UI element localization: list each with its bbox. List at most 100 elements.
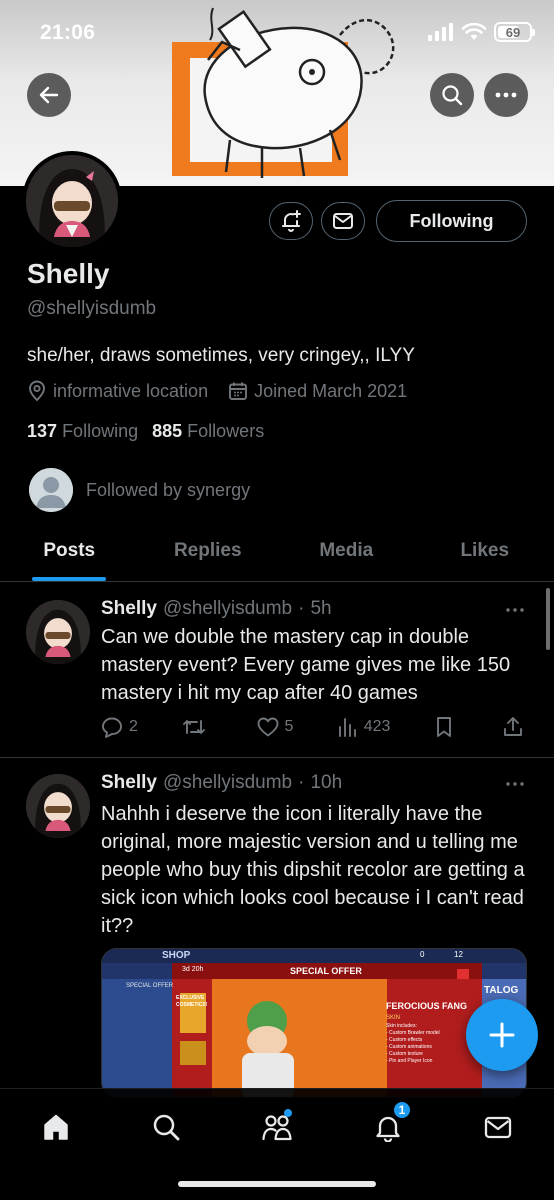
followers-count: 885 bbox=[152, 421, 183, 441]
more-options-button[interactable] bbox=[484, 73, 528, 117]
more-dots-icon bbox=[506, 782, 524, 786]
bell-plus-icon bbox=[282, 210, 301, 232]
followed-by-row[interactable]: Followed by synergy bbox=[29, 468, 250, 512]
share-icon bbox=[504, 717, 522, 736]
follow-counts: 137 Following 885 Followers bbox=[27, 421, 264, 442]
post-timestamp: 5h bbox=[310, 598, 332, 619]
media-include-item: - Custom effects bbox=[386, 1037, 423, 1043]
back-button[interactable] bbox=[27, 73, 71, 117]
post-avatar[interactable] bbox=[26, 600, 90, 664]
profile-joined: Joined March 2021 bbox=[228, 381, 407, 402]
tab-replies-label: Replies bbox=[173, 540, 242, 561]
search-icon bbox=[153, 1114, 180, 1141]
media-include-item: - Custom animations bbox=[386, 1044, 432, 1050]
bookmark-button[interactable] bbox=[435, 716, 459, 738]
following-count: 137 bbox=[27, 421, 58, 441]
communities-dot-badge bbox=[284, 1109, 292, 1117]
post-text: Nahhh i deserve the icon i literally hav… bbox=[101, 803, 525, 937]
media-includes-title: Skin includes: bbox=[386, 1023, 417, 1029]
home-indicator[interactable] bbox=[178, 1181, 376, 1187]
repost-button[interactable] bbox=[182, 716, 212, 738]
location-pin-icon bbox=[29, 380, 45, 402]
post-more-button[interactable] bbox=[503, 774, 527, 794]
profile-bio: she/her, draws sometimes, very cringey,,… bbox=[27, 345, 415, 366]
tab-replies[interactable]: Replies bbox=[139, 528, 278, 581]
battery-icon: 69 bbox=[494, 22, 535, 42]
post-item[interactable]: Shelly @shellyisdumb · 5h Can we double … bbox=[0, 582, 554, 757]
avatar-illustration bbox=[26, 155, 118, 247]
views-button[interactable]: 423 bbox=[338, 717, 390, 737]
location-text: informative location bbox=[53, 380, 209, 401]
post-avatar[interactable] bbox=[26, 774, 90, 838]
reply-button[interactable]: 2 bbox=[101, 716, 138, 738]
battery-percent: 69 bbox=[505, 24, 521, 40]
post-separator: · bbox=[298, 598, 305, 619]
following-button[interactable]: Following bbox=[376, 200, 527, 242]
nav-search[interactable] bbox=[146, 1107, 186, 1147]
followers-count-link[interactable]: 885 Followers bbox=[152, 421, 264, 442]
like-count: 5 bbox=[284, 718, 294, 735]
like-button[interactable]: 5 bbox=[257, 717, 294, 737]
tab-posts[interactable]: Posts bbox=[0, 528, 139, 581]
message-button[interactable] bbox=[321, 202, 365, 240]
joined-text: Joined March 2021 bbox=[254, 380, 408, 401]
share-button[interactable] bbox=[503, 716, 527, 738]
profile-meta: informative location Joined March 2021 bbox=[27, 380, 407, 402]
media-left-label: SPECIAL OFFER bbox=[126, 983, 174, 989]
media-includes-list: - Custom Brawler model - Custom effects … bbox=[386, 1030, 440, 1065]
repost-icon bbox=[183, 720, 206, 734]
media-include-item: - Pin and Player Icon bbox=[386, 1058, 433, 1064]
envelope-icon bbox=[333, 213, 353, 229]
media-exclusive: EXCLUSIVE COSMETICS! bbox=[176, 995, 208, 1008]
post-author-name[interactable]: Shelly bbox=[101, 772, 157, 794]
avatar-illustration bbox=[26, 774, 90, 838]
profile-handle: @shellyisdumb bbox=[27, 298, 157, 319]
profile-tabs: Posts Replies Media Likes bbox=[0, 528, 554, 582]
post-actions: 2 5 423 bbox=[101, 716, 527, 738]
search-icon bbox=[442, 85, 463, 106]
media-skin-type: SKIN bbox=[386, 1015, 401, 1021]
more-dots-icon bbox=[495, 92, 517, 98]
status-icons: 69 bbox=[428, 22, 535, 42]
bar-chart-icon bbox=[338, 718, 356, 737]
search-button[interactable] bbox=[430, 73, 474, 117]
post-author-handle: @shellyisdumb bbox=[162, 598, 293, 619]
post-author-name[interactable]: Shelly bbox=[101, 598, 157, 620]
post-header: Shelly @shellyisdumb · 10h bbox=[101, 772, 342, 794]
media-include-item: - Custom texture bbox=[386, 1051, 423, 1057]
envelope-icon bbox=[484, 1116, 512, 1139]
media-title: SPECIAL OFFER bbox=[290, 966, 362, 976]
nav-notifications[interactable]: 1 bbox=[368, 1100, 412, 1147]
notifications-badge: 1 bbox=[392, 1100, 412, 1120]
media-include-item: - Custom Brawler model bbox=[386, 1030, 440, 1036]
tab-likes[interactable]: Likes bbox=[416, 528, 554, 581]
arrow-left-icon bbox=[39, 86, 59, 104]
nav-messages[interactable] bbox=[478, 1107, 518, 1147]
heart-icon bbox=[257, 717, 278, 737]
notifications-subscribe-button[interactable] bbox=[269, 202, 313, 240]
compose-post-button[interactable] bbox=[466, 999, 538, 1071]
post-author-handle: @shellyisdumb bbox=[162, 772, 293, 793]
media-shop-label: SHOP bbox=[162, 950, 191, 961]
tab-media[interactable]: Media bbox=[277, 528, 416, 581]
media-coins: 0 bbox=[420, 950, 425, 959]
bookmark-icon bbox=[436, 717, 451, 737]
more-dots-icon bbox=[506, 608, 524, 612]
reply-icon bbox=[102, 717, 122, 738]
reply-count: 2 bbox=[129, 718, 138, 735]
post-media-image[interactable]: SHOP 3d 20h SPECIAL OFFER 0 12 SPECIAL O… bbox=[101, 948, 527, 1098]
plus-icon bbox=[489, 1022, 515, 1048]
tab-likes-label: Likes bbox=[460, 540, 510, 561]
profile-avatar[interactable] bbox=[22, 151, 122, 251]
wifi-icon bbox=[462, 23, 486, 40]
followed-by-text: Followed by synergy bbox=[86, 479, 251, 500]
default-user-icon bbox=[29, 468, 73, 512]
media-skin-name: FEROCIOUS FANG bbox=[386, 1001, 468, 1011]
cellular-signal-icon bbox=[428, 23, 453, 41]
post-timestamp: 10h bbox=[310, 772, 343, 793]
nav-home[interactable] bbox=[36, 1107, 76, 1147]
nav-communities[interactable] bbox=[257, 1107, 297, 1147]
following-count-link[interactable]: 137 Following bbox=[27, 421, 138, 442]
post-more-button[interactable] bbox=[503, 600, 527, 620]
tab-posts-label: Posts bbox=[43, 540, 96, 561]
